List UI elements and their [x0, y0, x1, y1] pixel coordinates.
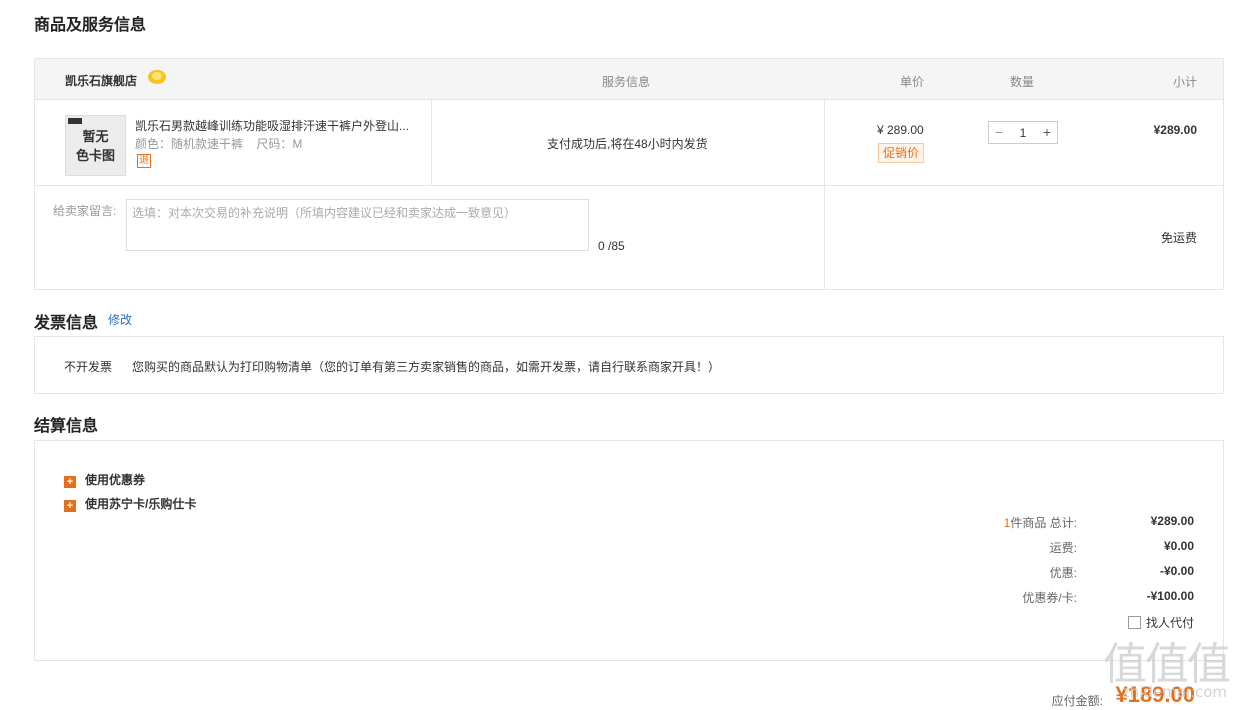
quantity-value[interactable]: 1 [1011, 126, 1035, 140]
watermark-url: zhidemai.com [1121, 683, 1227, 701]
seller-message-input[interactable] [126, 199, 589, 251]
thumbnail-tag [68, 118, 82, 124]
sun-badge-icon [148, 70, 166, 84]
use-suning-card-label: 使用苏宁卡/乐购仕卡 [85, 497, 197, 511]
product-attributes: 颜色：随机款速干裤 尺码：M [135, 137, 303, 151]
invoice-section-title: 发票信息 [34, 315, 99, 332]
service-text: 支付成功后,将在48小时内发货 [547, 137, 708, 151]
settlement-section-title: 结算信息 [34, 418, 99, 435]
products-section-title: 商品及服务信息 [34, 17, 147, 34]
discount-value: -¥0.00 [1159, 564, 1194, 578]
store-name[interactable]: 凯乐石旗舰店 [65, 72, 137, 89]
header-subtotal: 小计 [1172, 75, 1197, 89]
expand-plus-icon: + [64, 500, 76, 512]
promo-price-badge: 促销价 [878, 143, 925, 163]
column-divider [824, 186, 825, 290]
item-count-suffix: 件商品 总计: [1010, 516, 1077, 530]
invoice-description: 您购买的商品默认为打印购物清单（您的订单有第三方卖家销售的商品，如需开发票，请自… [132, 360, 721, 374]
goods-total-value: ¥289.00 [1150, 514, 1194, 528]
invoice-box: 不开发票 您购买的商品默认为打印购物清单（您的订单有第三方卖家销售的商品，如需开… [34, 336, 1224, 394]
amount-due-label: 应付金额: [1051, 694, 1103, 708]
coupon-card-value: -¥100.00 [1146, 589, 1194, 603]
product-title[interactable]: 凯乐石男款越峰训练功能吸湿排汗速干裤户外登山... [135, 117, 409, 134]
invoice-type: 不开发票 [64, 360, 113, 374]
use-coupon-toggle[interactable]: + 使用优惠券 [64, 471, 145, 488]
settlement-box: + 使用优惠券 + 使用苏宁卡/乐购仕卡 1件商品 总计: ¥289.00 运费: … [34, 440, 1224, 661]
shipping-fee-label: 运费: [1049, 541, 1077, 555]
table-header: 凯乐石旗舰店 服务信息 单价 数量 小计 [35, 59, 1223, 100]
qty-minus-button[interactable]: − [991, 124, 1007, 141]
item-subtotal: ¥289.00 [1153, 123, 1197, 137]
coupon-card-label: 优惠券/卡: [1022, 591, 1077, 605]
header-service: 服务信息 [602, 75, 651, 89]
column-divider [824, 100, 825, 186]
column-divider [431, 100, 432, 186]
invoice-edit-link[interactable]: 修改 [108, 311, 132, 328]
expand-plus-icon: + [64, 476, 76, 488]
use-suning-card-toggle[interactable]: + 使用苏宁卡/乐购仕卡 [64, 495, 196, 512]
discount-label: 优惠: [1049, 566, 1077, 580]
unit-price: ¥ 289.00 [877, 123, 924, 137]
product-table: 凯乐石旗舰店 服务信息 单价 数量 小计 暂无 色卡图 凯乐石男款越峰训练功能吸… [34, 58, 1224, 290]
quantity-stepper: − 1 + [988, 121, 1058, 144]
header-unit-price: 单价 [900, 75, 925, 89]
header-quantity: 数量 [1010, 75, 1035, 89]
thumbnail-placeholder-text: 暂无 色卡图 [75, 129, 115, 163]
product-thumbnail[interactable]: 暂无 色卡图 [65, 115, 126, 176]
message-char-counter: 0 /85 [598, 239, 625, 253]
free-shipping-label: 免运费 [1160, 231, 1197, 245]
product-row: 暂无 色卡图 凯乐石男款越峰训练功能吸湿排汗速干裤户外登山... 颜色：随机款速… [35, 100, 1223, 186]
item-count-total-label: 1件商品 总计: [1004, 514, 1077, 531]
seller-message-label: 给卖家留言: [53, 204, 117, 218]
use-coupon-label: 使用优惠券 [85, 473, 146, 487]
refund-icon: 退 [137, 154, 151, 168]
shipping-fee-value: ¥0.00 [1163, 539, 1194, 553]
qty-plus-button[interactable]: + [1039, 124, 1055, 141]
